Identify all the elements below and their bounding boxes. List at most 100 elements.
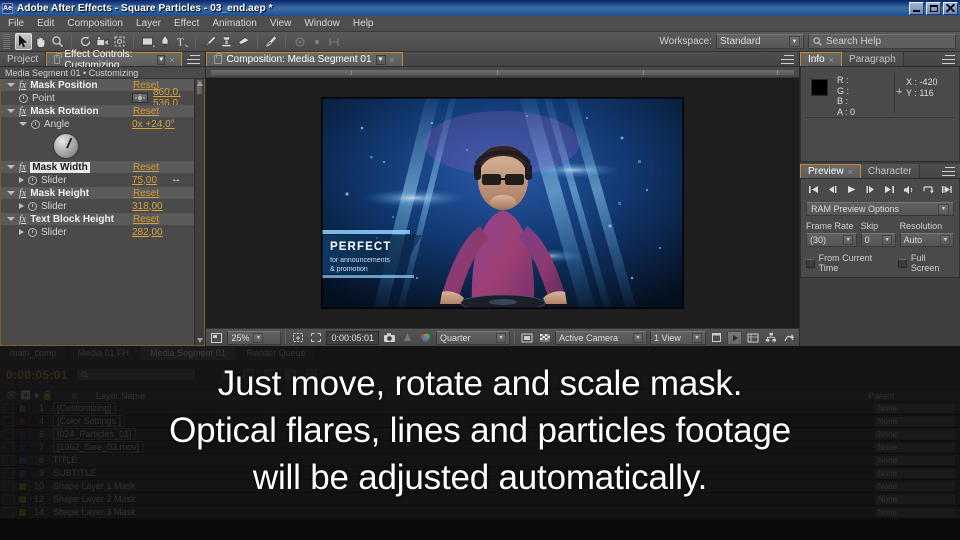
layer-name[interactable]: [1362_flare_03.mov]: [49, 441, 874, 453]
previous-frame-icon[interactable]: [825, 183, 840, 196]
menu-item-effect[interactable]: Effect: [174, 18, 199, 29]
menu-item-help[interactable]: Help: [353, 18, 374, 29]
selection-tool-icon[interactable]: [15, 33, 32, 50]
tab-info[interactable]: Info ×: [800, 52, 842, 66]
menu-item-file[interactable]: File: [8, 18, 24, 29]
tab-preview[interactable]: Preview ×: [800, 164, 861, 178]
pixel-aspect-icon[interactable]: [709, 331, 724, 345]
point-picker-button[interactable]: [132, 93, 148, 103]
ram-preview-options-select[interactable]: RAM Preview Options ▼: [806, 202, 954, 216]
view-layout-select[interactable]: 1 View ▼: [650, 330, 706, 345]
loop-icon[interactable]: [920, 183, 935, 196]
scroll-up-icon[interactable]: [197, 81, 204, 86]
layer-name[interactable]: Shape Layer 2 Mask: [49, 494, 874, 504]
table-row[interactable]: 9 SUBTITLE None: [0, 467, 960, 480]
search-help-input[interactable]: Search Help: [808, 34, 956, 49]
close-icon[interactable]: ×: [169, 55, 174, 65]
panel-menu-button[interactable]: [937, 164, 960, 178]
reset-link[interactable]: Reset: [133, 162, 159, 173]
effect-row-text-block-height[interactable]: fx Text Block Height Reset About...: [1, 213, 205, 226]
table-row[interactable]: 4 [Color Settings ] None: [0, 415, 960, 428]
layer-name[interactable]: Shape Layer 1 Mask: [49, 481, 874, 491]
disclosure-triangle-icon[interactable]: [7, 165, 15, 169]
param-row-mask-width-slider[interactable]: Slider 75,00 ↔: [1, 174, 205, 187]
stopwatch-icon[interactable]: [19, 93, 28, 103]
disclosure-triangle-icon[interactable]: [7, 83, 15, 87]
panel-menu-button[interactable]: [776, 52, 799, 66]
effect-row-mask-rotation[interactable]: fx Mask Rotation Reset About...: [1, 105, 205, 118]
chevron-down-icon[interactable]: ▼: [375, 54, 386, 65]
stopwatch-icon[interactable]: [31, 119, 40, 129]
table-row[interactable]: 7 [1362_flare_03.mov] None: [0, 441, 960, 454]
layer-name[interactable]: [Color Settings ]: [49, 415, 874, 427]
stopwatch-icon[interactable]: [28, 227, 37, 237]
panel-menu-button[interactable]: [937, 52, 960, 66]
param-row-point[interactable]: Point 860,0, 536,0: [1, 87, 205, 109]
motion-blur-icon[interactable]: [242, 369, 254, 380]
layer-parent[interactable]: None: [874, 480, 960, 492]
layer-parent[interactable]: None: [874, 454, 960, 466]
pen-tool-icon[interactable]: [156, 33, 173, 50]
param-value[interactable]: 282,00: [132, 227, 163, 238]
menu-item-edit[interactable]: Edit: [37, 18, 54, 29]
disclosure-triangle-icon[interactable]: [19, 229, 24, 235]
reset-exposure-icon[interactable]: [781, 331, 796, 345]
timeline-icon[interactable]: [745, 331, 760, 345]
table-row[interactable]: 6 [024_Particles_01] None: [0, 428, 960, 441]
layer-parent[interactable]: None: [874, 506, 960, 518]
close-icon[interactable]: ×: [390, 55, 395, 65]
workspace-select[interactable]: Standard ▼: [716, 34, 804, 49]
disclosure-triangle-icon[interactable]: [7, 191, 15, 195]
panel-menu-button[interactable]: [182, 52, 205, 66]
graph-toggle-icon[interactable]: [308, 33, 325, 50]
close-icon[interactable]: ×: [848, 167, 853, 177]
ram-preview-icon[interactable]: [939, 183, 954, 196]
stopwatch-icon[interactable]: [28, 201, 37, 211]
transparency-grid-icon[interactable]: [519, 331, 534, 345]
effect-row-mask-width[interactable]: fx Mask Width Reset About...: [1, 161, 205, 174]
reset-link[interactable]: Reset: [133, 188, 159, 199]
fast-preview-icon[interactable]: [727, 330, 742, 345]
frame-rate-select[interactable]: (30) ▼: [806, 233, 857, 247]
composition-preview-image[interactable]: PERFECT for announcements & promotion: [322, 98, 684, 308]
from-current-time-checkbox[interactable]: From Current Time: [806, 253, 890, 273]
tab-character[interactable]: Character: [860, 164, 920, 178]
lock-icon[interactable]: [54, 53, 63, 64]
tab-composition[interactable]: Composition: Media Segment 01 ▼ ×: [206, 52, 403, 66]
composition-viewer[interactable]: PERFECT for announcements & promotion: [206, 78, 799, 328]
full-screen-checkbox[interactable]: Full Screen: [898, 253, 954, 273]
visibility-icon[interactable]: [3, 415, 14, 427]
visibility-icon[interactable]: [3, 402, 14, 414]
timeline-timecode[interactable]: 0:00:05:01: [6, 368, 68, 382]
visibility-icon[interactable]: [3, 506, 14, 518]
zoom-tool-icon[interactable]: [49, 33, 66, 50]
toolbar-grip[interactable]: [3, 33, 10, 50]
layer-name[interactable]: Shape Layer 3 Mask: [49, 507, 874, 517]
motion-blur-toggle-icon[interactable]: [291, 33, 308, 50]
maximize-button[interactable]: [926, 1, 941, 15]
camera-view-select[interactable]: Active Camera ▼: [555, 330, 647, 345]
tab-media-segment-01[interactable]: Media Segment 01: [140, 346, 237, 360]
rotation-tool-icon[interactable]: [77, 33, 94, 50]
disclosure-triangle-icon[interactable]: [19, 177, 24, 183]
draft-3d-icon[interactable]: [221, 369, 233, 380]
chevron-down-icon[interactable]: ▼: [157, 54, 166, 65]
visibility-icon[interactable]: [3, 493, 14, 505]
param-row-angle[interactable]: Angle 0x +24,0°: [1, 118, 205, 131]
disclosure-triangle-icon[interactable]: [19, 122, 27, 126]
layer-parent[interactable]: None: [874, 428, 960, 440]
param-row-mask-height-slider[interactable]: Slider 318,00: [1, 200, 205, 213]
tab-effect-controls[interactable]: Effect Controls: Customizing ▼ ×: [46, 49, 183, 71]
param-value[interactable]: 318,00: [132, 201, 163, 212]
shape-tool-icon[interactable]: [139, 33, 156, 50]
table-row[interactable]: 12 Shape Layer 2 Mask None: [0, 493, 960, 506]
visibility-icon[interactable]: [3, 454, 14, 466]
puppet-pin-tool-icon[interactable]: [263, 33, 280, 50]
timeline-search-input[interactable]: [75, 368, 196, 381]
graph-editor-icon[interactable]: [305, 369, 317, 380]
reset-link[interactable]: Reset: [133, 106, 159, 117]
effect-controls-scrollbar[interactable]: [194, 79, 205, 345]
composition-ruler[interactable]: [210, 68, 795, 76]
preview-resolution-select[interactable]: Auto ▼: [899, 233, 954, 247]
mask-toggle-icon[interactable]: [308, 331, 323, 345]
